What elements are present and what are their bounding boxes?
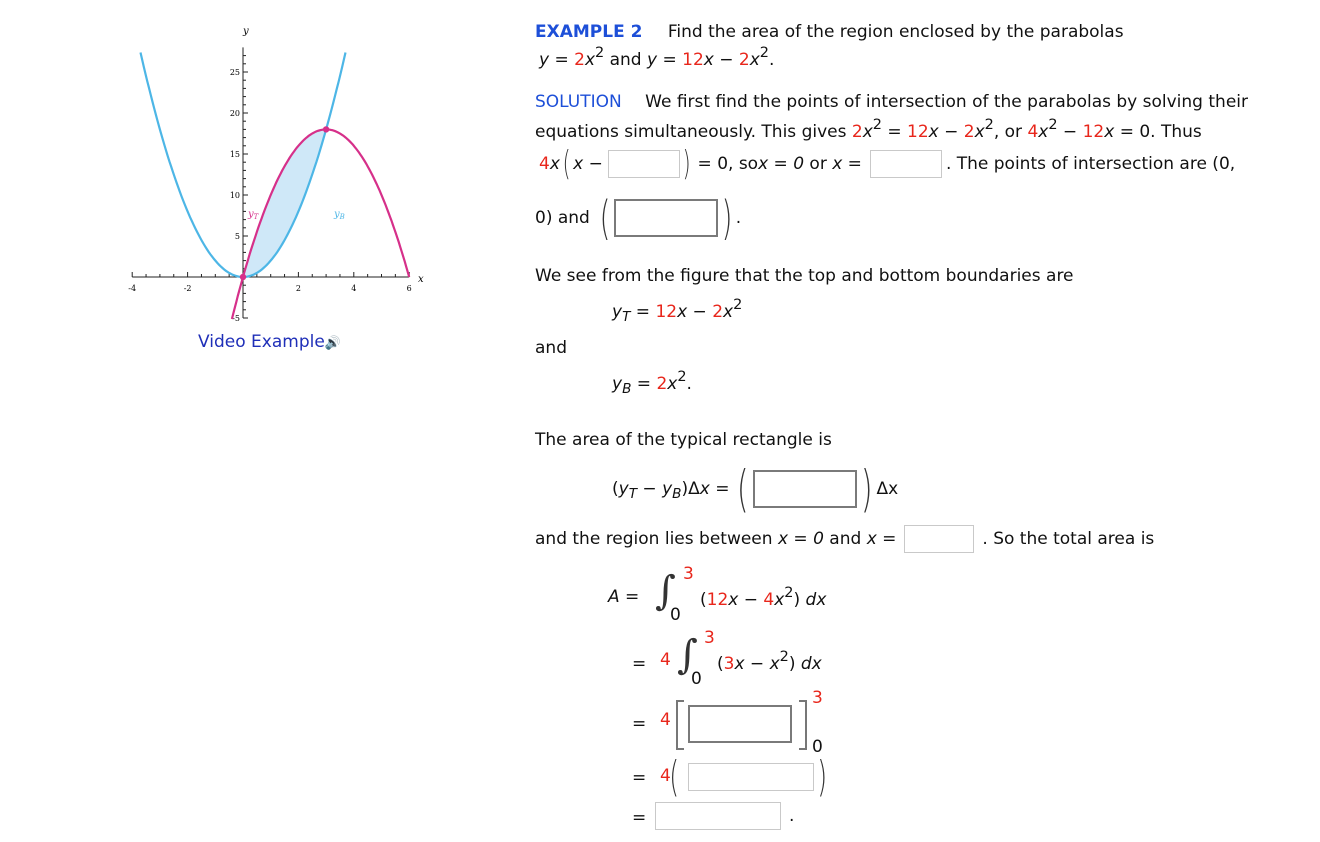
solution-line3: 4 x(x − ) = 0, so x = 0 or x = . The poin… bbox=[539, 144, 1236, 184]
y-tick-label: 10 bbox=[230, 191, 240, 200]
integrand-2: (3x − x2) dx bbox=[717, 649, 822, 674]
delta-x: Δx bbox=[876, 479, 899, 499]
intersection-point bbox=[239, 273, 247, 281]
solution-line1: SOLUTION We first find the points of int… bbox=[535, 92, 1248, 112]
text: . bbox=[735, 208, 742, 228]
eq-4: = bbox=[632, 768, 647, 788]
rect-height-input[interactable] bbox=[752, 470, 857, 508]
right-bracket bbox=[799, 700, 807, 750]
text: = 0, so bbox=[697, 154, 759, 174]
var: x bbox=[703, 50, 714, 70]
var: x bbox=[749, 50, 760, 70]
text: and the region lies between bbox=[535, 529, 778, 549]
text: , or bbox=[993, 122, 1028, 142]
lower-bound: 0 bbox=[670, 605, 681, 625]
coef: 12 bbox=[682, 50, 704, 70]
right-paren: ) bbox=[817, 752, 828, 801]
example-header: EXAMPLE 2 Find the area of the region en… bbox=[535, 22, 1124, 42]
text: x = bbox=[832, 154, 862, 174]
text: . So the total area is bbox=[982, 529, 1155, 549]
text: . Thus bbox=[1150, 122, 1202, 142]
var: y bbox=[539, 50, 550, 70]
op: − bbox=[713, 50, 739, 70]
y-tick-label: 5 bbox=[235, 232, 240, 241]
x-tick-label: -4 bbox=[128, 284, 136, 293]
solution-line2: equations simultaneously. This gives 2x2… bbox=[535, 117, 1202, 142]
text: . bbox=[768, 50, 775, 70]
y-tick-label: 20 bbox=[230, 109, 240, 118]
yT-equation: yT = 12x − 2x2 bbox=[612, 297, 743, 326]
coef: 2 bbox=[738, 50, 750, 70]
text: or bbox=[804, 154, 833, 174]
x-tick-label: 6 bbox=[407, 284, 412, 293]
eq-2: = bbox=[632, 654, 647, 674]
curve-yT bbox=[230, 128, 411, 320]
rect-equation: (yT − yB)Δx = ( ) Δx bbox=[612, 460, 899, 518]
point2-input[interactable] bbox=[613, 199, 718, 237]
period: . bbox=[789, 806, 795, 826]
text: equations simultaneously. This gives bbox=[535, 122, 852, 142]
video-example-link[interactable]: Video Example bbox=[198, 332, 325, 352]
factor-input[interactable] bbox=[608, 150, 681, 178]
left-bracket bbox=[676, 700, 684, 750]
text: and bbox=[604, 50, 647, 70]
solution-text: We first find the points of intersection… bbox=[645, 92, 1248, 112]
coef-2: 4 bbox=[660, 650, 671, 670]
solution-line4: 0) and ( ). bbox=[535, 191, 742, 245]
and-text: and bbox=[535, 338, 567, 358]
var: y bbox=[647, 50, 658, 70]
label-yT: yT bbox=[247, 209, 260, 221]
eq-3: = bbox=[632, 714, 647, 734]
example-prompt: Find the area of the region enclosed by … bbox=[667, 22, 1124, 42]
axes: -4 -2 2 4 6252015105-5 bbox=[128, 47, 412, 323]
boundaries-text: We see from the figure that the top and … bbox=[535, 266, 1074, 286]
left-paren: ( bbox=[669, 752, 680, 801]
text: . The points of intersection are (0, bbox=[945, 154, 1236, 174]
coef: 2 bbox=[574, 50, 585, 70]
text: and bbox=[823, 529, 867, 549]
x-root-input[interactable] bbox=[869, 150, 942, 178]
area-rect-text: The area of the typical rectangle is bbox=[535, 430, 832, 450]
y-tick-label: 25 bbox=[230, 68, 240, 77]
label-yB: yB bbox=[333, 209, 345, 221]
a-label: A = bbox=[608, 587, 640, 607]
op: = bbox=[549, 50, 575, 70]
integrand-1: (12x − 4x2) dx bbox=[700, 585, 827, 610]
text: x = bbox=[866, 529, 897, 549]
shaded-region bbox=[243, 129, 327, 277]
upper-bound: 3 bbox=[683, 564, 694, 584]
yB-equation: yB = 2x2. bbox=[612, 369, 692, 398]
region-line: and the region lies between x = 0 and x … bbox=[535, 525, 1154, 553]
text: x = 0 bbox=[758, 154, 805, 174]
evaluated-input[interactable] bbox=[688, 763, 814, 791]
text: 0) and bbox=[535, 208, 590, 228]
intersection-point bbox=[322, 126, 330, 133]
final-answer-input[interactable] bbox=[655, 802, 781, 830]
example-equations: y = 2x2 and y = 12x − 2x2. bbox=[539, 45, 775, 70]
coef-3: 4 bbox=[660, 710, 671, 730]
solution-label: SOLUTION bbox=[535, 92, 622, 112]
y-tick-label: 15 bbox=[230, 150, 240, 159]
x-axis-label: x bbox=[418, 274, 424, 285]
eq-5: = bbox=[632, 808, 647, 828]
example-label: EXAMPLE 2 bbox=[535, 22, 643, 42]
video-example[interactable]: Video Example🔊 bbox=[198, 332, 341, 352]
x-tick-label: 4 bbox=[351, 284, 356, 293]
var: x bbox=[584, 50, 596, 70]
op: = bbox=[657, 50, 683, 70]
parabola-figure: -4 -2 2 4 6252015105-5 y x yT yB bbox=[128, 26, 424, 323]
upper-bound-2: 3 bbox=[704, 628, 715, 648]
y-axis-label: y bbox=[242, 26, 249, 37]
eval-upper: 3 bbox=[812, 688, 823, 708]
antiderivative-input[interactable] bbox=[688, 705, 792, 743]
upper-limit-input[interactable] bbox=[904, 525, 975, 553]
speaker-icon[interactable]: 🔊 bbox=[325, 336, 341, 351]
x-tick-label: -2 bbox=[184, 284, 192, 293]
x-tick-label: 2 bbox=[296, 284, 301, 293]
text: x = 0 bbox=[777, 529, 824, 549]
lower-bound-2: 0 bbox=[691, 669, 702, 689]
